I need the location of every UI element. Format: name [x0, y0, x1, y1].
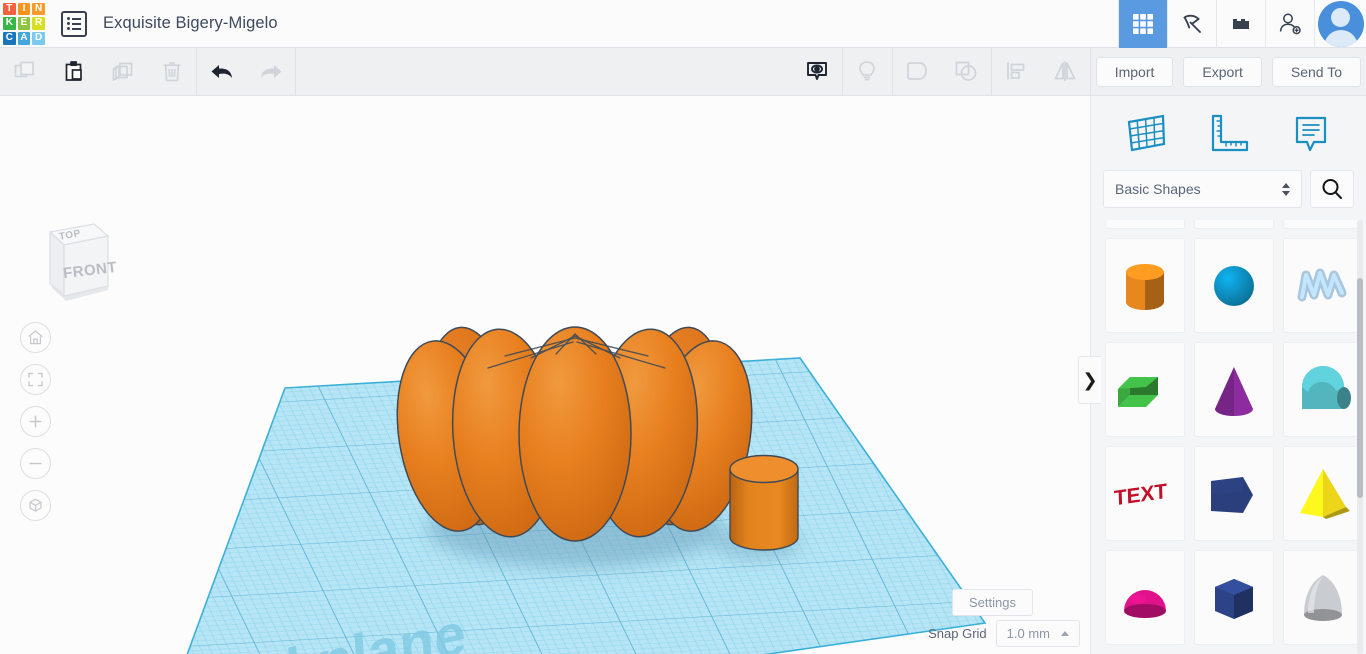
logo-tile-n: N: [32, 3, 45, 16]
spinner-down-icon: [1282, 191, 1290, 196]
notes-comment-icon[interactable]: [1288, 110, 1334, 156]
search-icon[interactable]: [1310, 170, 1354, 208]
menu-row: [67, 27, 81, 30]
logo-tile-c: C: [3, 32, 16, 45]
shape-category-row: Basic Shapes: [1091, 170, 1366, 220]
menu-line: [72, 28, 81, 30]
undo-icon[interactable]: [197, 48, 246, 95]
shape-red-wedge[interactable]: [1283, 220, 1363, 229]
group-shapes-icon[interactable]: [893, 48, 942, 95]
menu-dot: [67, 22, 70, 25]
snap-grid-select[interactable]: 1.0 mm: [996, 620, 1080, 647]
shape-arrow-navy[interactable]: [1194, 446, 1274, 541]
toolbar-spacer: [296, 48, 793, 95]
light-bulb-icon[interactable]: [843, 48, 892, 95]
show-hide-eye-icon[interactable]: [793, 48, 842, 95]
menu-line: [72, 23, 81, 25]
shape-panel-scrollbar[interactable]: [1357, 220, 1363, 654]
mirror-flip-icon[interactable]: [1041, 48, 1090, 95]
shape-roof-teal[interactable]: [1283, 342, 1363, 437]
dashboard-grid-icon[interactable]: [1118, 0, 1167, 48]
copy-icon[interactable]: [0, 48, 49, 95]
logo-tile-a: A: [18, 32, 31, 45]
delete-trash-icon[interactable]: [147, 48, 196, 95]
pumpkin-model[interactable]: [385, 323, 765, 541]
view-orientation-cube[interactable]: TOP FRONT: [28, 214, 112, 306]
shape-scribble-blue[interactable]: [1283, 238, 1363, 333]
3d-viewport[interactable]: Workplane: [0, 96, 1090, 654]
blocks-brick-icon[interactable]: [1216, 0, 1265, 48]
collapse-panel-chevron-icon[interactable]: ❯: [1078, 356, 1101, 404]
workplane-canvas: Workplane: [0, 96, 1090, 654]
svg-text:TEXT: TEXT: [1114, 479, 1168, 510]
export-button[interactable]: Export: [1183, 57, 1261, 87]
shape-halfsphere-pink[interactable]: [1105, 550, 1185, 645]
codeblocks-pickaxe-icon[interactable]: [1167, 0, 1216, 48]
align-icon[interactable]: [992, 48, 1041, 95]
menu-line: [72, 18, 81, 20]
shape-paraboloid-gray[interactable]: [1283, 550, 1363, 645]
spinner-arrows-icon: [1282, 183, 1290, 196]
viewport-nav-buttons: [20, 322, 51, 532]
tinkercad-app: TIN KER CAD Exquisite Bigery-Migelo: [0, 0, 1366, 654]
logo-tile-r: R: [32, 17, 45, 30]
stem-cylinder-model[interactable]: [730, 456, 798, 551]
shape-text-red[interactable]: TEXT: [1105, 446, 1185, 541]
editor-toolbar: Import Export Send To: [0, 48, 1366, 96]
shape-hexprism-blue[interactable]: [1194, 550, 1274, 645]
panel-tab-icons: [1091, 96, 1366, 170]
logo-tile-e: E: [18, 17, 31, 30]
send-to-button[interactable]: Send To: [1272, 57, 1361, 87]
avatar-image: [1318, 1, 1364, 47]
shape-box-gray[interactable]: [1105, 220, 1185, 229]
logo-tile-d: D: [32, 32, 45, 45]
snap-grid-value: 1.0 mm: [1007, 626, 1050, 641]
top-bar: TIN KER CAD Exquisite Bigery-Migelo: [0, 0, 1366, 48]
shape-cone-purple[interactable]: [1194, 342, 1274, 437]
shape-category-select[interactable]: Basic Shapes: [1103, 170, 1302, 208]
redo-icon[interactable]: [246, 48, 295, 95]
logo-tile-t: T: [3, 3, 16, 16]
shapes-side-panel: Basic Shapes TEXT: [1090, 96, 1366, 654]
shape-wedge-green[interactable]: [1105, 342, 1185, 437]
list-menu-icon[interactable]: [61, 11, 87, 37]
home-view-button[interactable]: [20, 322, 51, 353]
shape-pyramid-yellow[interactable]: [1283, 446, 1363, 541]
shape-cylinder-gray[interactable]: [1194, 220, 1274, 229]
ungroup-shapes-icon[interactable]: [942, 48, 991, 95]
shape-library-grid: TEXT: [1091, 220, 1366, 645]
import-button[interactable]: Import: [1096, 57, 1174, 87]
spinner-up-icon: [1282, 183, 1290, 188]
zoom-out-button[interactable]: [20, 448, 51, 479]
ruler-icon[interactable]: [1205, 110, 1251, 156]
perspective-toggle-button[interactable]: [20, 490, 51, 521]
document-title[interactable]: Exquisite Bigery-Migelo: [103, 14, 278, 33]
menu-dot: [67, 27, 70, 30]
snap-grid-label: Snap Grid: [928, 626, 987, 641]
invite-person-icon[interactable]: [1265, 0, 1314, 48]
shape-sphere-blue[interactable]: [1194, 238, 1274, 333]
user-avatar[interactable]: [1314, 0, 1366, 48]
logo-tile-i: I: [18, 3, 31, 16]
fit-to-view-button[interactable]: [20, 364, 51, 395]
toolbar-divider: [1090, 48, 1091, 95]
shape-library-scroll-area[interactable]: TEXT: [1091, 220, 1366, 654]
shape-category-value: Basic Shapes: [1115, 181, 1201, 197]
settings-button[interactable]: Settings: [952, 589, 1033, 616]
snap-grid-control: Snap Grid 1.0 mm: [928, 620, 1080, 647]
menu-row: [67, 22, 81, 25]
workplane-grid-icon[interactable]: [1123, 110, 1169, 156]
tinkercad-logo[interactable]: TIN KER CAD: [1, 1, 47, 47]
menu-dot: [67, 17, 70, 20]
paste-icon[interactable]: [49, 48, 98, 95]
caret-up-icon: [1061, 631, 1069, 636]
shape-cylinder-orange[interactable]: [1105, 238, 1185, 333]
scrollbar-thumb[interactable]: [1357, 278, 1363, 498]
top-bar-right-actions: [1118, 0, 1366, 48]
duplicate-icon[interactable]: [98, 48, 147, 95]
logo-tile-k: K: [3, 17, 16, 30]
zoom-in-button[interactable]: [20, 406, 51, 437]
menu-row: [67, 17, 81, 20]
